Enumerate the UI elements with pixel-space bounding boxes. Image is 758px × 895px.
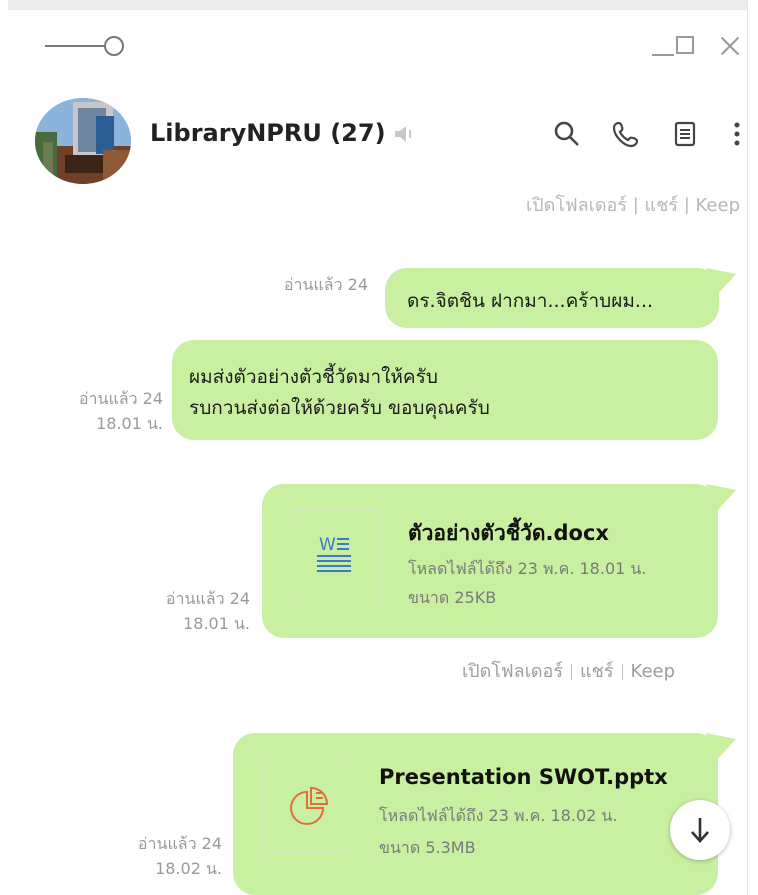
word-doc-icon: W: [291, 510, 381, 602]
chat-title: LibraryNPRU (27): [150, 119, 386, 147]
separator: [621, 664, 623, 680]
read-status: อ่านแล้ว 24: [137, 834, 222, 853]
message-bubble[interactable]: ผมส่งตัวอย่างตัวชี้วัดมาให้ครับ รบกวนส่ง…: [172, 340, 718, 440]
pin-icon[interactable]: [45, 33, 127, 59]
bubble-tail: [706, 268, 736, 296]
maximize-icon[interactable]: [676, 36, 694, 54]
sent-time: 18.01 น.: [183, 614, 250, 633]
message-meta: อ่านแล้ว 24 18.01 น.: [58, 386, 163, 436]
share-link[interactable]: แชร์: [580, 661, 614, 682]
message-bubble[interactable]: ดร.จิตชิน ฝากมา...คร้าบผม...: [385, 268, 719, 328]
message-text: ดร.จิตชิน ฝากมา...คร้าบผม...: [407, 290, 654, 312]
bubble-tail: [706, 484, 736, 512]
close-icon[interactable]: [718, 34, 742, 58]
file-size: ขนาด 25KB: [408, 588, 497, 607]
file-actions: เปิดโฟลเดอร์ แชร์ Keep: [462, 656, 675, 685]
download-info: โหลดไฟล์ได้ถึง 23 พ.ค. 18.01 น.: [408, 559, 647, 578]
keep-link[interactable]: Keep: [631, 661, 675, 682]
speaker-muted-icon: [393, 124, 417, 144]
phone-icon[interactable]: [612, 120, 640, 148]
bubble-tail: [706, 733, 736, 761]
avatar[interactable]: [35, 98, 131, 184]
scroll-down-button[interactable]: [670, 800, 730, 860]
file-name: Presentation SWOT.pptx: [379, 765, 668, 789]
read-status: อ่านแล้ว 24: [78, 389, 163, 408]
message-text: ผมส่งตัวอย่างตัวชี้วัดมาให้ครับ รบกวนส่ง…: [189, 362, 490, 424]
window-top-border: [8, 0, 748, 10]
download-info: โหลดไฟล์ได้ถึง 23 พ.ค. 18.02 น.: [379, 806, 618, 825]
arrow-down-icon: [691, 818, 709, 843]
minimize-icon[interactable]: [652, 54, 674, 56]
notes-icon[interactable]: [671, 120, 699, 148]
message-line: ผมส่งตัวอย่างตัวชี้วัดมาให้ครับ: [189, 366, 438, 388]
read-status: อ่านแล้ว 24: [165, 589, 250, 608]
svg-text:W: W: [319, 535, 336, 555]
open-folder-link[interactable]: เปิดโฟลเดอร์: [462, 661, 563, 682]
file-message-bubble[interactable]: W ตัวอย่างตัวชี้วัด.docx โหลดไฟล์ได้ถึง …: [262, 484, 718, 638]
message-line: รบกวนส่งต่อให้ด้วยครับ ขอบคุณครับ: [189, 397, 490, 419]
file-message-bubble[interactable]: Presentation SWOT.pptx โหลดไฟล์ได้ถึง 23…: [233, 733, 718, 895]
message-meta: อ่านแล้ว 24 18.02 น.: [117, 831, 222, 881]
previous-file-actions[interactable]: เปิดโฟลเดอร์ | แชร์ | Keep: [440, 190, 740, 214]
message-meta: อ่านแล้ว 24 18.01 น.: [145, 586, 250, 636]
sent-time: 18.02 น.: [155, 859, 222, 878]
separator: [571, 664, 573, 680]
file-size: ขนาด 5.3MB: [379, 838, 476, 857]
search-icon[interactable]: [553, 120, 581, 148]
file-name: ตัวอย่างตัวชี้วัด.docx: [408, 521, 609, 545]
sent-time: 18.01 น.: [96, 414, 163, 433]
pptx-chart-icon: [262, 761, 352, 853]
read-status: อ่านแล้ว 24: [283, 275, 368, 294]
more-options-icon[interactable]: [723, 120, 741, 148]
